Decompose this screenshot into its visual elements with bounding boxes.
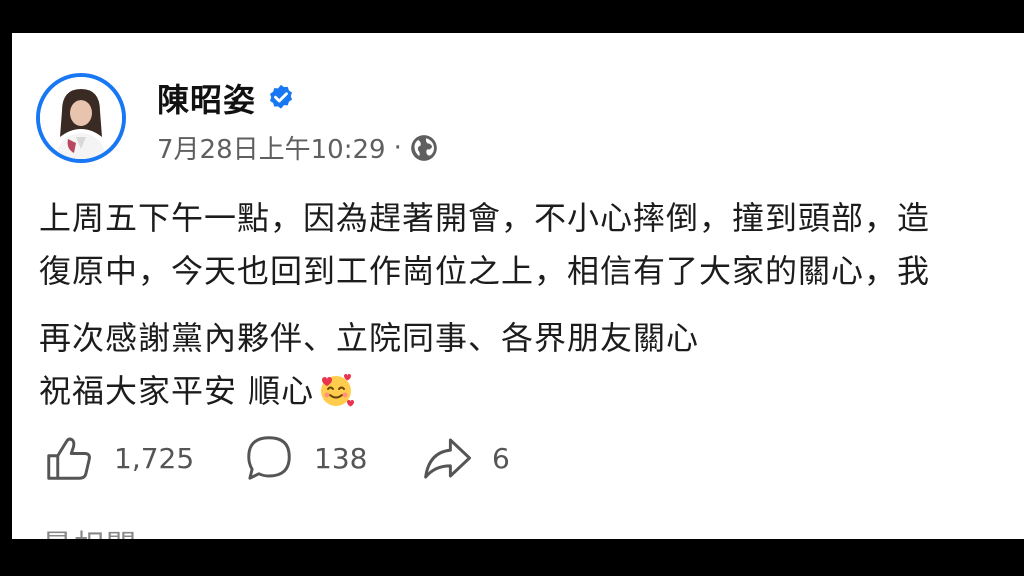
author-avatar[interactable] [36,73,126,163]
post-text-line-with-emoji: 祝福大家平安 順心 [39,366,355,416]
share-count: 6 [492,441,510,475]
like-button[interactable]: 1,725 [42,431,194,485]
comment-count: 138 [314,441,368,475]
author-row: 陳昭姿 [157,75,296,121]
meta-separator: · [393,132,402,163]
post-timestamp[interactable]: 7月28日上午10:29 [157,129,386,166]
facebook-post-card: 陳昭姿 7月28日上午10:29 · 上周五下午一點，因為趕著開會，不小心摔倒，… [12,33,1024,539]
comment-button[interactable]: 138 [242,431,367,485]
comment-sort-label[interactable]: 最相關 [42,521,138,539]
globe-icon[interactable] [410,134,438,162]
like-count: 1,725 [114,441,195,475]
comment-bubble-icon [242,431,296,485]
post-meta: 7月28日上午10:29 · [157,129,438,166]
author-photo [40,77,122,159]
post-text-line: 上周五下午一點，因為趕著開會，不小心摔倒，撞到頭部，造 [39,199,931,237]
share-button[interactable]: 6 [420,431,510,485]
post-text-line: 復原中，今天也回到工作崗位之上，相信有了大家的關心，我 [39,252,931,290]
author-name[interactable]: 陳昭姿 [157,75,256,121]
share-arrow-icon [420,431,474,485]
verified-badge-icon [266,83,296,113]
post-text-line: 再次感謝黨內夥伴、立院同事、各界朋友關心 [39,319,700,357]
thumbs-up-icon [42,431,96,485]
post-text-line: 祝福大家平安 順心 [39,372,315,410]
smiling-face-with-hearts-icon [318,372,355,408]
